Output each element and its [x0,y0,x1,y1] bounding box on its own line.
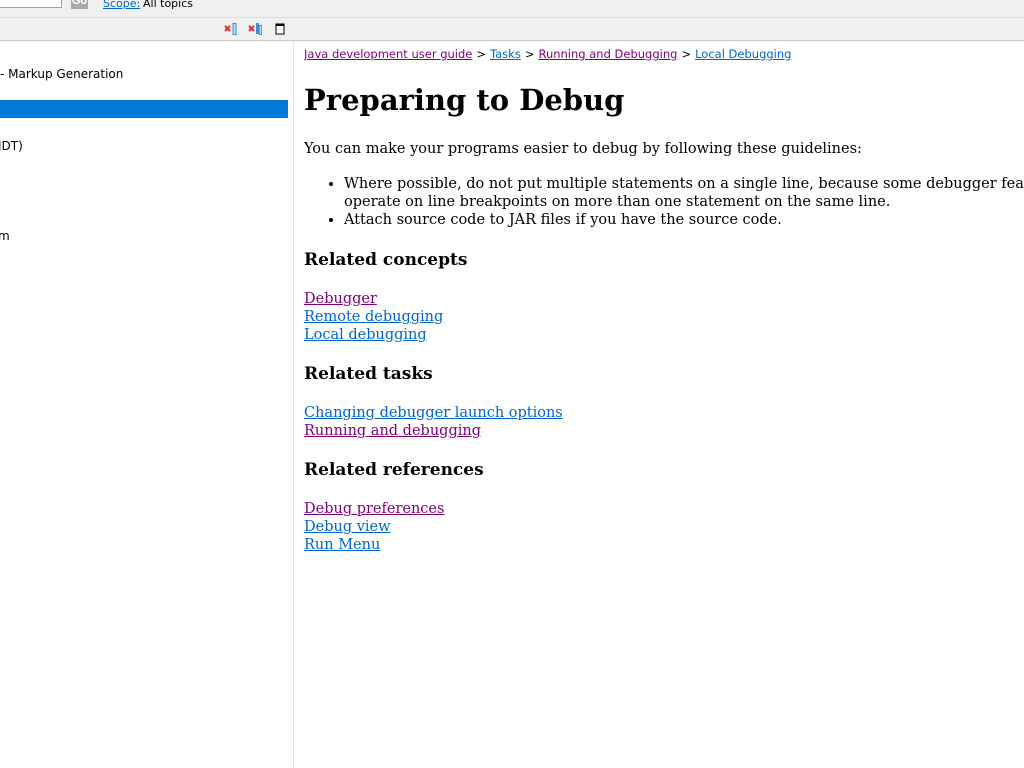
tree-item-selected[interactable] [0,100,288,118]
breadcrumb-separator: > [681,47,692,61]
related-references-heading: Related references [304,460,484,480]
related-references-links: Debug preferences Debug view Run Menu [304,500,444,554]
related-concepts-heading: Related concepts [304,250,468,270]
link-run-menu[interactable]: Run Menu [304,536,444,554]
search-input[interactable] [0,0,62,8]
guidelines-list: Where possible, do not put multiple stat… [326,175,1024,229]
link-running-and-debugging[interactable]: Running and debugging [304,422,563,440]
topic-content: Java development user guide > Tasks > Runnin… [304,41,1024,768]
tree-item[interactable]: JDT) [0,137,23,155]
list-item: Attach source code to JAR files if you h… [344,211,1024,229]
intro-text: You can make your programs easier to deb… [304,141,862,157]
tree-item[interactable]: m [0,227,10,245]
tree-item[interactable]: - Markup Generation [0,65,123,83]
related-tasks-heading: Related tasks [304,364,433,384]
remove-all-bookmarks-icon[interactable] [248,21,262,35]
maximize-icon[interactable] [273,21,287,35]
breadcrumb: Java development user guide > Tasks > Runnin… [304,47,791,61]
breadcrumb-separator: > [476,47,487,61]
related-tasks-links: Changing debugger launch options Running… [304,404,563,440]
list-item: Where possible, do not put multiple stat… [344,175,1024,211]
link-debug-preferences[interactable]: Debug preferences [304,500,444,518]
toc-tree: - Markup Generation JDT) m [0,41,294,768]
link-changing-launch-options[interactable]: Changing debugger launch options [304,404,563,422]
breadcrumb-link-user-guide[interactable]: Java development user guide [304,47,472,61]
search-bar: Go Scope: All topics [0,0,1024,18]
scope-link[interactable]: Scope: [103,0,140,10]
go-button[interactable]: Go [71,0,88,9]
breadcrumb-link-tasks[interactable]: Tasks [490,47,521,61]
link-local-debugging[interactable]: Local debugging [304,326,443,344]
tree-item-label: - Markup Generation [0,67,124,81]
link-debugger[interactable]: Debugger [304,290,443,308]
scope-value: All topics [143,0,193,10]
tree-item-label: m [0,229,10,243]
breadcrumb-separator: > [524,47,535,61]
page-title: Preparing to Debug [304,83,625,117]
breadcrumb-link-local-debugging[interactable]: Local Debugging [695,47,791,61]
tree-item-label: JDT) [0,139,23,153]
toc-toolbar [0,18,1024,41]
breadcrumb-link-running-debugging[interactable]: Running and Debugging [538,47,677,61]
related-concepts-links: Debugger Remote debugging Local debuggin… [304,290,443,344]
remove-bookmark-icon[interactable] [224,21,238,35]
link-debug-view[interactable]: Debug view [304,518,444,536]
link-remote-debugging[interactable]: Remote debugging [304,308,443,326]
